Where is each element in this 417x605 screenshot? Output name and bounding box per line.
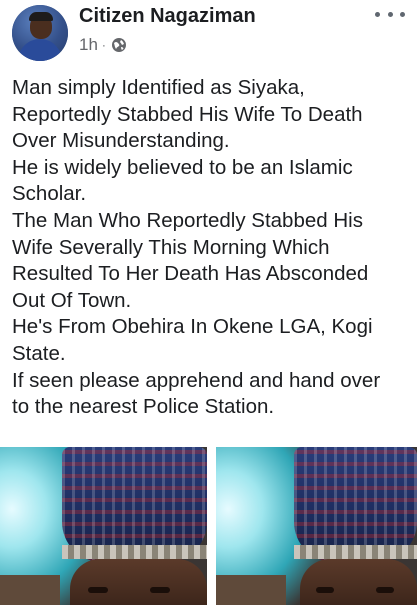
more-dot xyxy=(375,11,380,17)
more-dot xyxy=(387,11,393,17)
photo-eye xyxy=(88,587,108,593)
post-line: Out Of Town. xyxy=(12,288,132,312)
post-line: Over Misunderstanding. xyxy=(12,129,230,153)
photo-shoulder xyxy=(0,575,60,605)
post-line: State. xyxy=(12,341,66,365)
post-line: If seen please apprehend and hand over xyxy=(12,368,381,392)
post-header: Citizen Nagaziman 1h · xyxy=(0,0,417,66)
photo-eye xyxy=(376,587,394,593)
post-line: Wife Severally This Morning Which xyxy=(12,235,330,259)
post-line: He is widely believed to be an Islamic xyxy=(12,155,353,179)
globe-icon[interactable] xyxy=(111,37,127,53)
meta-separator: · xyxy=(101,38,106,52)
photo-cap-band xyxy=(294,545,417,559)
post-photo-1[interactable] xyxy=(0,447,207,605)
post-photos xyxy=(0,447,417,605)
post-line: The Man Who Reportedly Stabbed His xyxy=(12,208,363,232)
more-options-icon[interactable] xyxy=(375,2,405,26)
post-line: Reportedly Stabbed His Wife To Death xyxy=(12,102,363,126)
post-meta: 1h · xyxy=(79,34,127,56)
photo-eye xyxy=(316,587,334,593)
more-dot xyxy=(400,11,405,17)
photo-face xyxy=(70,559,207,605)
post-line: to the nearest Police Station. xyxy=(12,395,275,419)
post-timestamp[interactable]: 1h xyxy=(79,35,98,55)
post-line: Resulted To Her Death Has Absconded xyxy=(12,262,369,286)
post-line: Scholar. xyxy=(12,182,87,206)
post-line: He's From Obehira In Okene LGA, Kogi xyxy=(12,315,373,339)
avatar-cap xyxy=(29,12,53,21)
post-photo-2[interactable] xyxy=(216,447,417,605)
photo-shoulder xyxy=(216,575,286,605)
photo-eye xyxy=(150,587,170,593)
post-line: Man simply Identified as Siyaka, xyxy=(12,76,305,99)
author-name[interactable]: Citizen Nagaziman xyxy=(79,5,256,28)
author-avatar[interactable] xyxy=(12,5,68,61)
post-body: Man simply Identified as Siyaka, Reporte… xyxy=(12,75,412,421)
photo-cap-band xyxy=(62,545,207,559)
photo-face xyxy=(300,559,417,605)
